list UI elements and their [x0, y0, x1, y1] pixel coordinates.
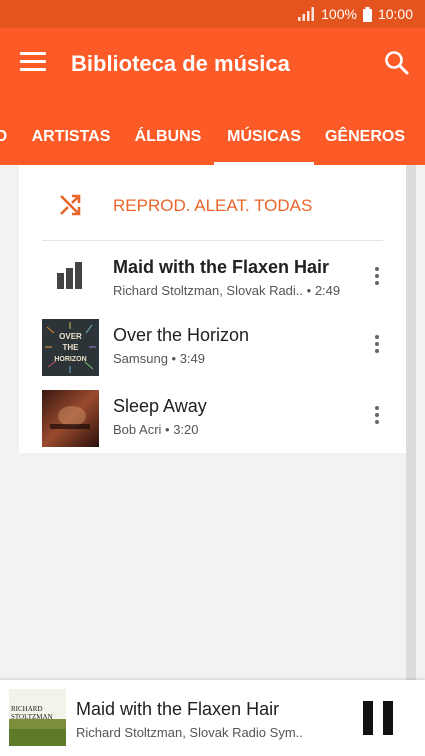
more-options-icon[interactable] — [371, 335, 383, 359]
song-subtitle: Samsung • 3:49 — [113, 351, 205, 366]
tab-artists[interactable]: ARTISTAS — [25, 125, 117, 165]
tab-genres[interactable]: GÊNEROS — [322, 125, 408, 165]
tab-partial[interactable]: O — [0, 125, 8, 165]
scrollbar[interactable] — [406, 165, 416, 680]
page-title: Biblioteca de música — [71, 51, 290, 76]
song-title: Over the Horizon — [113, 325, 250, 345]
svg-text:OVER: OVER — [59, 332, 82, 341]
album-art-sleep-away — [42, 390, 99, 447]
search-icon[interactable] — [384, 50, 410, 76]
album-art-over-the-horizon: OVER THE HORIZON — [42, 319, 99, 376]
more-options-icon[interactable] — [371, 267, 383, 291]
equalizer-icon — [57, 262, 82, 289]
song-row[interactable]: Maid with the Flaxen Hair Richard Stoltz… — [19, 251, 406, 321]
menu-icon[interactable] — [20, 52, 46, 74]
song-subtitle: Richard Stoltzman, Slovak Radi.. • 2:49 — [113, 283, 341, 298]
battery-icon — [362, 6, 372, 22]
status-bar: 100% 10:00 — [0, 0, 425, 28]
song-title: Sleep Away — [113, 396, 207, 416]
svg-text:HORIZON: HORIZON — [54, 356, 86, 363]
signal-icon — [298, 7, 315, 21]
shuffle-icon — [60, 194, 81, 216]
now-playing-title: Maid with the Flaxen Hair — [76, 699, 280, 719]
song-title: Maid with the Flaxen Hair — [113, 257, 330, 277]
battery-percent: 100% — [321, 6, 357, 22]
now-playing-subtitle: Richard Stoltzman, Slovak Radio Sym.. — [76, 725, 303, 740]
mini-player[interactable]: RICHARD STOLTZMAN Maid with the Flaxen H… — [0, 680, 425, 756]
app-bar: Biblioteca de música O ARTISTAS ÁLBUNS M… — [0, 28, 425, 165]
more-options-icon[interactable] — [371, 406, 383, 430]
svg-text:RICHARD: RICHARD — [11, 705, 43, 713]
song-row[interactable]: OVER THE HORIZON Over the Horizon Samsun… — [19, 319, 406, 389]
song-row[interactable]: Sleep Away Bob Acri • 3:20 — [19, 390, 406, 460]
shuffle-all-button[interactable]: REPROD. ALEAT. TODAS — [19, 165, 406, 240]
shuffle-all-label: REPROD. ALEAT. TODAS — [113, 196, 313, 215]
tab-albums[interactable]: ÁLBUNS — [130, 125, 206, 165]
divider — [42, 240, 383, 241]
clock: 10:00 — [377, 6, 413, 22]
tab-bar: O ARTISTAS ÁLBUNS MÚSICAS GÊNEROS — [0, 125, 425, 165]
album-art-now-playing: RICHARD STOLTZMAN — [9, 689, 66, 746]
svg-text:THE: THE — [63, 343, 80, 352]
pause-icon[interactable] — [363, 701, 393, 735]
tab-songs[interactable]: MÚSICAS — [214, 125, 314, 165]
svg-text:STOLTZMAN: STOLTZMAN — [11, 713, 53, 721]
song-list: REPROD. ALEAT. TODAS Maid with the Flaxe… — [19, 165, 406, 453]
song-subtitle: Bob Acri • 3:20 — [113, 422, 199, 437]
